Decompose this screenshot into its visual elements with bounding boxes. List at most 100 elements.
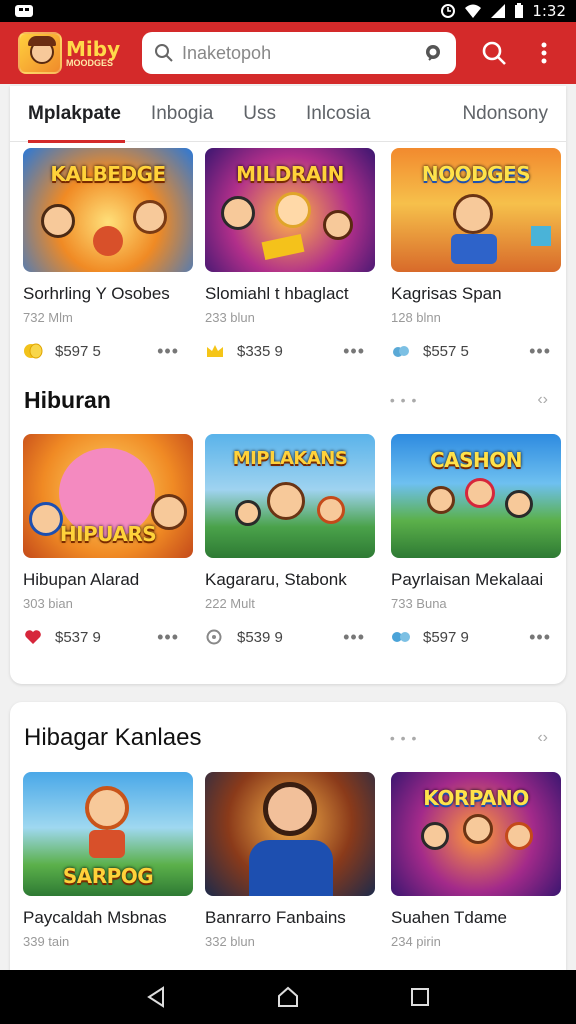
game-meta: 339 tain — [23, 934, 70, 949]
tab-2[interactable]: Uss — [243, 86, 276, 142]
game-price: $539 9 — [237, 628, 283, 646]
game-card[interactable]: KALBEDGE Sorhrling Y Osobes 732 Mlm $597… — [23, 148, 193, 361]
battery-icon — [515, 3, 524, 18]
alarm-icon — [441, 4, 456, 18]
game-title: Sorhrling Y Osobes — [23, 284, 170, 303]
game-thumbnail[interactable] — [205, 772, 375, 896]
tab-4[interactable]: Ndonsony — [462, 86, 548, 142]
game-title: Slomiahl t hbaglact — [205, 284, 349, 303]
section-title: Hibagar Kanlaes — [24, 724, 202, 751]
logo-mascot-icon — [18, 32, 62, 74]
game-meta: 222 Mult — [205, 596, 255, 611]
game-thumbnail[interactable]: HIPUARS — [23, 434, 193, 558]
category-tabs: Mplakpate Inbogia Uss Inlcosia Ndonsony — [10, 86, 566, 143]
section-featured: KALBEDGE Sorhrling Y Osobes 732 Mlm $597… — [10, 148, 566, 361]
back-button[interactable] — [136, 977, 176, 1017]
section-title: Hiburan — [24, 386, 111, 413]
clock-time: 1:32 — [532, 2, 566, 20]
game-title: Suahen Tdame — [391, 908, 507, 927]
heart-icon — [25, 630, 41, 644]
search-button[interactable] — [474, 33, 514, 73]
clock-icon — [206, 629, 222, 645]
game-card[interactable]: CASHON Payrlaisan Mekalaai 733 Buna $597… — [391, 434, 565, 647]
game-title: Paycaldah Msbnas — [23, 908, 167, 927]
game-card[interactable]: HIPUARS Hibupan Alarad 303 bian $537 9 •… — [23, 434, 193, 647]
overflow-menu-button[interactable] — [524, 33, 564, 73]
search-input[interactable] — [182, 42, 414, 64]
coin-icon — [24, 343, 43, 359]
game-price: $537 9 — [55, 628, 101, 646]
game-card[interactable]: SARPOG Paycaldah Msbnas 339 tain — [23, 772, 193, 949]
recents-button[interactable] — [400, 977, 440, 1017]
section-indicator: • • • — [389, 730, 418, 746]
game-title: Hibupan Alarad — [23, 570, 140, 589]
wifi-icon — [465, 4, 482, 18]
home-button[interactable] — [268, 977, 308, 1017]
game-meta: 128 blnn — [391, 310, 441, 325]
tab-3[interactable]: Inlcosia — [306, 86, 370, 142]
game-price: $597 5 — [55, 342, 101, 360]
more-options-button[interactable]: ••• — [343, 627, 365, 648]
game-title: Kagrisas Span — [391, 284, 502, 303]
more-options-button[interactable]: ••• — [343, 341, 365, 362]
recents-square-icon — [411, 988, 429, 1006]
logo-title: Miby — [66, 36, 121, 61]
back-triangle-icon — [147, 986, 164, 1008]
section-hibagar: Hibagar Kanlaes • • • ‹› SARPOG Paycalda… — [10, 702, 566, 1002]
logo-subtitle: MOODGES — [66, 57, 114, 68]
game-title: Payrlaisan Mekalaai — [391, 570, 544, 589]
more-options-button[interactable]: ••• — [529, 341, 551, 362]
notification-icon — [15, 5, 33, 17]
game-price: $335 9 — [237, 342, 283, 360]
game-title: Kagararu, Stabonk — [205, 570, 347, 589]
signal-icon — [491, 4, 506, 18]
section-more-arrow[interactable]: ‹› — [537, 729, 548, 747]
game-meta: 332 blun — [205, 934, 255, 949]
game-thumbnail[interactable]: SARPOG — [23, 772, 193, 896]
search-icon — [482, 41, 506, 65]
microphone-icon[interactable] — [422, 42, 444, 64]
game-card[interactable]: KORPANO Suahen Tdame 234 pirin — [391, 772, 565, 949]
tab-0[interactable]: Mplakpate — [28, 86, 125, 143]
gamepad-icon — [392, 632, 410, 642]
thumbnail-title: HIPUARS — [59, 522, 157, 546]
more-options-button[interactable]: ••• — [529, 627, 551, 648]
game-meta: 733 Buna — [391, 596, 447, 611]
app-logo[interactable]: Miby MOODGES — [18, 31, 128, 75]
more-vertical-icon — [541, 42, 547, 64]
home-icon — [278, 986, 298, 1007]
status-bar: 1:32 — [0, 0, 576, 22]
game-meta: 732 Mlm — [23, 310, 73, 325]
more-options-button[interactable]: ••• — [157, 341, 179, 362]
game-card[interactable]: MIPLAKANS Kagararu, Stabonk 222 Mult $53… — [205, 434, 379, 647]
search-bar[interactable] — [142, 32, 456, 74]
game-card[interactable]: Banrarro Fanbains 332 blun — [205, 772, 379, 949]
game-meta: 234 pirin — [391, 934, 441, 949]
game-price: $557 5 — [423, 342, 469, 360]
tab-1[interactable]: Inbogia — [151, 86, 213, 142]
game-thumbnail[interactable]: MIPLAKANS — [205, 434, 375, 558]
cloud-icon — [393, 346, 409, 357]
game-thumbnail[interactable]: KORPANO — [391, 772, 561, 896]
system-nav-bar — [0, 970, 576, 1024]
crown-icon — [207, 345, 223, 357]
game-card[interactable]: MILDRAIN Slomiahl t hbaglact 233 blun $3… — [205, 148, 379, 361]
game-meta: 303 bian — [23, 596, 73, 611]
search-icon — [155, 44, 173, 62]
section-more-arrow[interactable]: ‹› — [537, 391, 548, 409]
main-card: Mplakpate Inbogia Uss Inlcosia Ndonsony … — [10, 86, 566, 684]
more-options-button[interactable]: ••• — [157, 627, 179, 648]
game-price: $597 9 — [423, 628, 469, 646]
game-thumbnail[interactable]: NOODGES — [391, 148, 561, 272]
thumbnail-title: MILDRAIN — [236, 162, 344, 186]
app-header: Miby MOODGES — [0, 22, 576, 84]
game-thumbnail[interactable]: KALBEDGE — [23, 148, 193, 272]
thumbnail-title: KORPANO — [423, 786, 529, 810]
thumbnail-title: MIPLAKANS — [232, 448, 348, 469]
game-thumbnail[interactable]: MILDRAIN — [205, 148, 375, 272]
game-card[interactable]: NOODGES Kagrisas Span 128 blnn $557 5 ••… — [391, 148, 565, 361]
section-hiburan: Hiburan • • • ‹› HIPUARS Hibupan Alarad … — [10, 376, 566, 647]
thumbnail-title: NOODGES — [421, 162, 531, 186]
thumbnail-title: CASHON — [429, 448, 523, 472]
game-thumbnail[interactable]: CASHON — [391, 434, 561, 558]
